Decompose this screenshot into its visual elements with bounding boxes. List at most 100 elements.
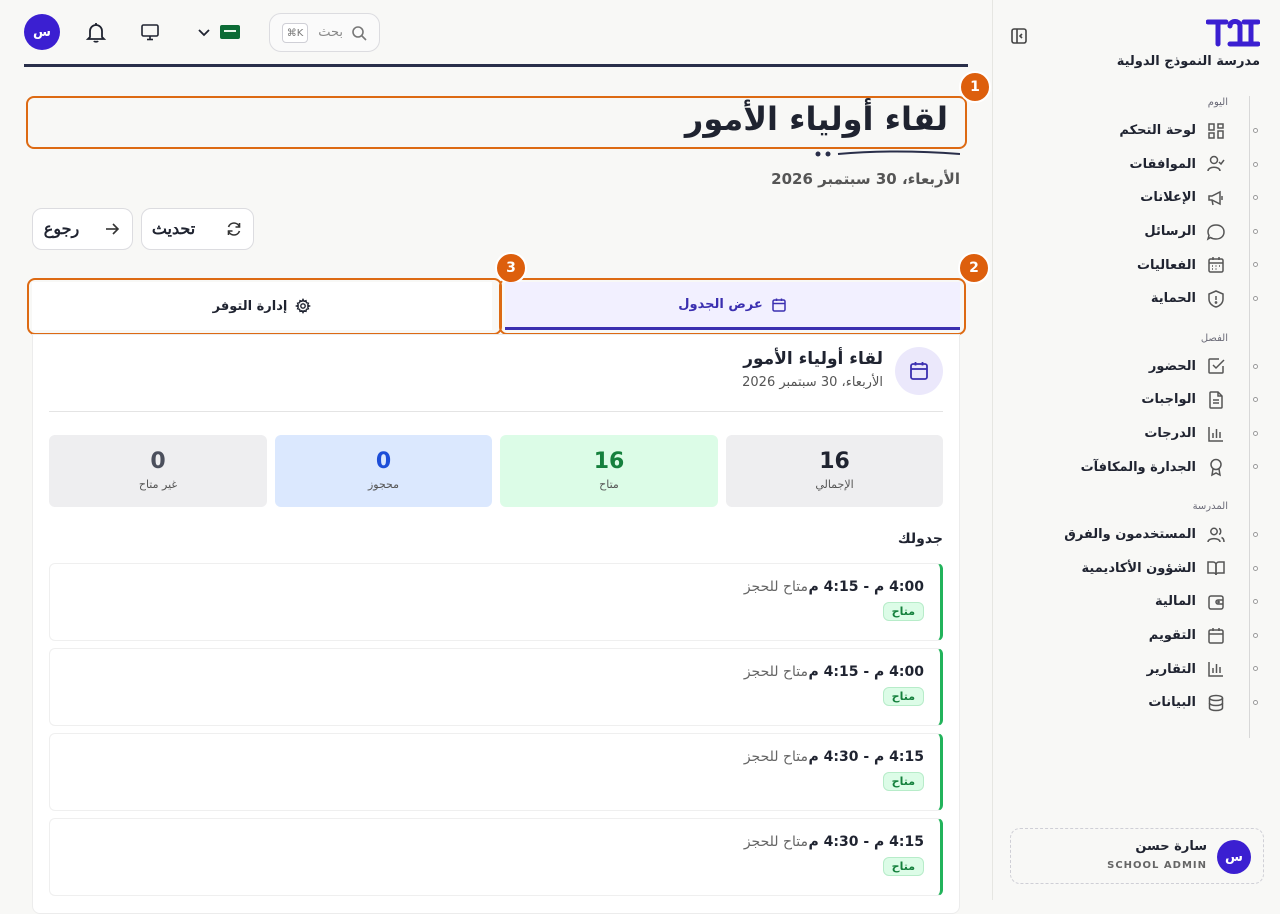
school-name: مدرسة النموذج الدولية bbox=[1116, 54, 1260, 69]
schedule-card: لقاء أولياء الأمور الأربعاء، 30 سبتمبر 2… bbox=[32, 334, 960, 914]
sidebar-item-dashboard[interactable]: لوحة التحكم bbox=[992, 114, 1280, 148]
tab-manage-availability-label: إدارة التوفر bbox=[212, 298, 288, 314]
megaphone-icon bbox=[1208, 190, 1223, 206]
user-profile-card[interactable]: س سارة حسن SCHOOL ADMIN bbox=[1010, 828, 1264, 884]
sidebar-item-merits[interactable]: الجدارة والمكافآت bbox=[992, 450, 1280, 484]
nav-dot bbox=[1253, 531, 1258, 537]
nav-dot bbox=[1253, 632, 1258, 638]
slot-status: متاح للحجز bbox=[743, 664, 808, 680]
sidebar-item-label: الفعاليات bbox=[1136, 257, 1196, 273]
header-divider bbox=[24, 64, 968, 67]
dashboard-icon bbox=[1208, 123, 1224, 139]
stat-total: 16 الإجمالي bbox=[726, 435, 943, 507]
search-placeholder: بحث bbox=[318, 25, 343, 40]
nav-dot bbox=[1253, 161, 1258, 167]
stat-available: 16 متاح bbox=[500, 435, 718, 507]
user-name: سارة حسن bbox=[1135, 839, 1207, 854]
slot-status: متاح للحجز bbox=[743, 579, 808, 595]
calendar-icon bbox=[772, 298, 786, 312]
stat-available-label: متاح bbox=[599, 478, 619, 491]
top-bar: س بحث K⌘ bbox=[0, 0, 992, 66]
time-slot[interactable]: 4:00 م - 4:15 م متاح للحجز متاح bbox=[49, 563, 943, 641]
title-decoration bbox=[815, 150, 960, 157]
bell-icon[interactable] bbox=[84, 20, 108, 44]
bar-chart-icon bbox=[1208, 662, 1223, 677]
time-slot[interactable]: 4:15 م - 4:30 م متاح للحجز متاح bbox=[49, 733, 943, 811]
monitor-icon[interactable] bbox=[140, 22, 160, 42]
sidebar-item-events[interactable]: الفعاليات bbox=[992, 248, 1280, 282]
sidebar-item-label: لوحة التحكم bbox=[1119, 123, 1196, 139]
event-title: لقاء أولياء الأمور bbox=[743, 349, 883, 369]
users-icon bbox=[1207, 527, 1225, 542]
stat-unavailable-label: غير متاح bbox=[138, 478, 178, 491]
sidebar-item-announcements[interactable]: الإعلانات bbox=[992, 181, 1280, 215]
tab-schedule-view-label: عرض الجدول bbox=[678, 297, 763, 312]
saudi-flag-icon[interactable] bbox=[220, 25, 240, 39]
sidebar-item-data[interactable]: البيانات bbox=[992, 686, 1280, 720]
slot-status: متاح للحجز bbox=[743, 834, 808, 850]
time-slot[interactable]: 4:15 م - 4:30 م متاح للحجز متاح bbox=[49, 818, 943, 896]
nav-dot bbox=[1253, 195, 1258, 201]
sidebar-item-label: الدرجات bbox=[1144, 426, 1196, 442]
slot-badge: متاح bbox=[882, 857, 924, 876]
callout-badge-1: 1 bbox=[959, 71, 991, 103]
search-shortcut-hint: K⌘ bbox=[282, 23, 308, 43]
arrow-right-icon bbox=[106, 223, 120, 235]
stat-unavailable: 0 غير متاح bbox=[49, 435, 267, 507]
sidebar-item-label: الإعلانات bbox=[1140, 190, 1196, 206]
sidebar-nav: اليوم لوحة التحكم الموافقات الإعلانات ال… bbox=[992, 92, 1280, 738]
sidebar-item-academics[interactable]: الشؤون الأكاديمية bbox=[992, 552, 1280, 586]
sidebar-item-calendar[interactable]: التقويم bbox=[992, 619, 1280, 653]
stat-unavailable-value: 0 bbox=[150, 449, 166, 474]
bar-chart-icon bbox=[1208, 426, 1223, 442]
nav-dot bbox=[1253, 128, 1258, 133]
refresh-button[interactable]: تحديث bbox=[141, 208, 254, 250]
user-check-icon bbox=[1207, 156, 1225, 172]
stat-booked-value: 0 bbox=[375, 449, 392, 474]
message-icon bbox=[1206, 223, 1225, 241]
stat-booked-label: محجوز bbox=[367, 478, 400, 491]
user-avatar: س bbox=[1217, 840, 1251, 874]
sidebar-item-users[interactable]: المستخدمون والفرق bbox=[992, 518, 1280, 552]
refresh-icon bbox=[227, 222, 241, 236]
sidebar-collapse-icon[interactable] bbox=[1010, 27, 1028, 45]
stat-booked: 0 محجوز bbox=[275, 435, 492, 507]
back-button[interactable]: رجوع bbox=[32, 208, 133, 250]
sidebar-item-attendance[interactable]: الحضور bbox=[992, 350, 1280, 384]
nav-dot bbox=[1253, 599, 1258, 605]
brand-logo[interactable] bbox=[1206, 16, 1260, 48]
sidebar-item-grades[interactable]: الدرجات bbox=[992, 417, 1280, 451]
nav-dot bbox=[1253, 228, 1258, 234]
callout-badge-2: 2 bbox=[958, 252, 990, 284]
card-divider bbox=[49, 411, 943, 412]
sidebar-item-label: الحماية bbox=[1150, 291, 1196, 307]
back-label: رجوع bbox=[43, 221, 80, 238]
chevron-down-icon[interactable] bbox=[196, 24, 212, 40]
wallet-icon bbox=[1208, 595, 1224, 610]
account-avatar[interactable]: س bbox=[24, 14, 60, 50]
nav-section-school: المدرسة bbox=[1192, 500, 1228, 512]
sidebar-item-assignments[interactable]: الواجبات bbox=[992, 383, 1280, 417]
time-slot[interactable]: 4:00 م - 4:15 م متاح للحجز متاح bbox=[49, 648, 943, 726]
nav-dot bbox=[1253, 397, 1258, 403]
sidebar-item-messages[interactable]: الرسائل bbox=[992, 215, 1280, 249]
sidebar-item-finance[interactable]: المالية bbox=[992, 585, 1280, 619]
sidebar-item-label: الجدارة والمكافآت bbox=[1080, 459, 1196, 475]
calendar-icon bbox=[1208, 627, 1224, 644]
search-box[interactable]: بحث K⌘ bbox=[269, 13, 380, 52]
tab-schedule-view[interactable]: عرض الجدول bbox=[505, 282, 960, 330]
gear-icon bbox=[295, 298, 312, 314]
sidebar-item-reports[interactable]: التقارير bbox=[992, 652, 1280, 686]
nav-dot bbox=[1253, 699, 1258, 705]
slot-time: 4:15 م - 4:30 م bbox=[808, 834, 925, 850]
nav-dot bbox=[1253, 464, 1258, 470]
slot-time: 4:00 م - 4:15 م bbox=[808, 579, 925, 595]
sidebar-item-safeguarding[interactable]: الحماية bbox=[992, 282, 1280, 316]
stat-total-label: الإجمالي bbox=[815, 478, 854, 491]
schedule-heading: جدولك bbox=[897, 531, 943, 547]
tab-manage-availability[interactable]: إدارة التوفر bbox=[32, 282, 492, 330]
sidebar: مدرسة النموذج الدولية اليوم لوحة التحكم … bbox=[992, 0, 1280, 900]
slot-badge: متاح bbox=[882, 772, 924, 791]
sidebar-item-approvals[interactable]: الموافقات bbox=[992, 148, 1280, 182]
slot-status: متاح للحجز bbox=[743, 749, 808, 765]
